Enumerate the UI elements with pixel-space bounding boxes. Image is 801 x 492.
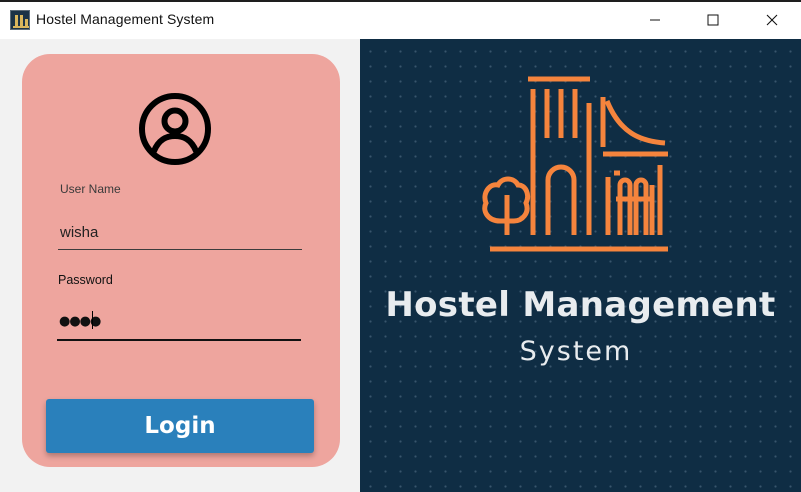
username-field[interactable]: [58, 210, 302, 250]
login-card: User Name Password ●●●● Login: [22, 54, 340, 467]
close-icon: [766, 14, 777, 25]
brand-title: Hostel Management: [385, 285, 776, 325]
brand-subtitle: System: [519, 336, 633, 367]
password-label: Password: [58, 273, 113, 287]
maximize-button[interactable]: [684, 0, 742, 39]
maximize-icon: [707, 14, 719, 25]
user-circle-icon: [139, 93, 211, 165]
login-pane: User Name Password ●●●● Login: [0, 39, 360, 492]
app-window: Hostel Management System User Name wisha…: [0, 0, 801, 492]
login-button[interactable]: Login: [46, 399, 314, 453]
hostel-building-logo-icon: [482, 76, 668, 252]
title-bar[interactable]: Hostel Management System: [0, 0, 801, 39]
password-masked-value: ●●●●: [59, 314, 101, 329]
minimize-button[interactable]: [626, 0, 684, 39]
password-field[interactable]: ●●●●: [57, 300, 301, 341]
branding-panel: Hostel Management System: [360, 39, 801, 492]
close-button[interactable]: [742, 0, 801, 39]
app-logo-icon: [10, 10, 30, 30]
window-title: Hostel Management System: [36, 11, 215, 27]
username-label: User Name: [60, 182, 121, 196]
minimize-icon: [650, 19, 660, 20]
text-caret: [92, 311, 93, 329]
